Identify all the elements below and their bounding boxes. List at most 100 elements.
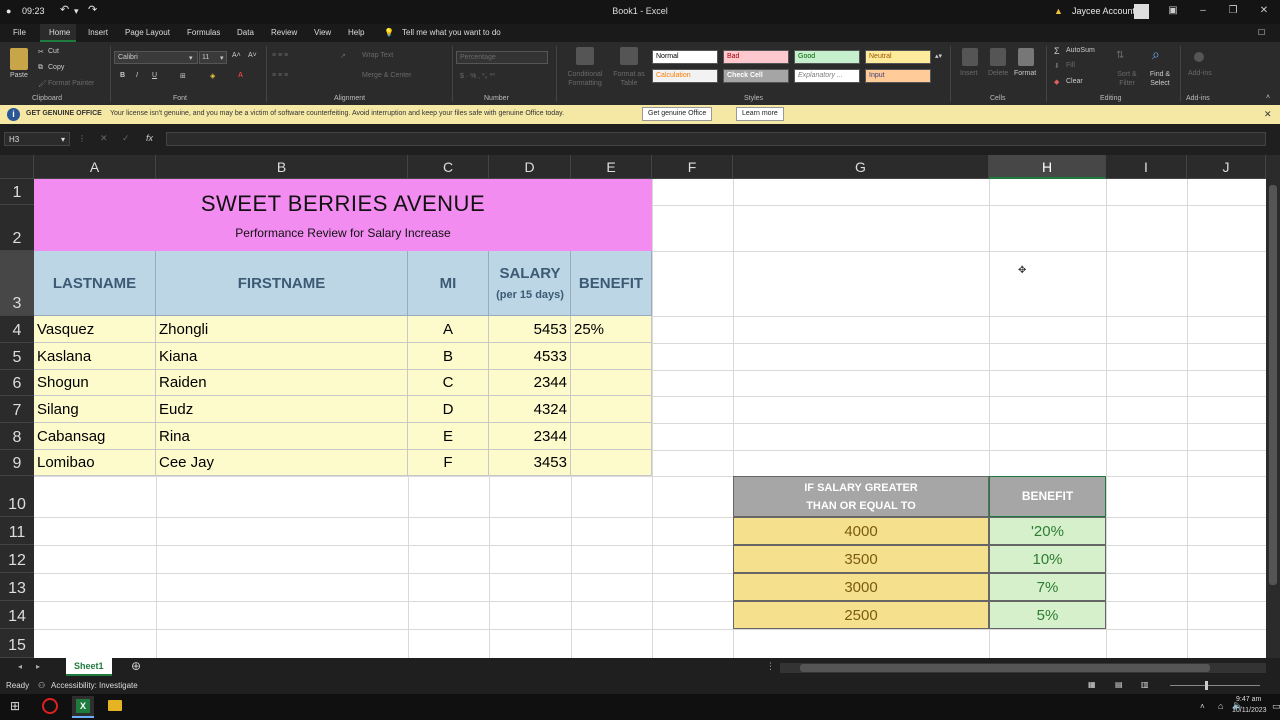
cell-g11[interactable]: 4000 [733, 517, 989, 545]
cell-e6[interactable] [571, 370, 652, 396]
conditional-formatting-icon[interactable] [576, 47, 594, 65]
font-color-icon[interactable]: A [238, 72, 243, 79]
cell-g13[interactable]: 3000 [733, 573, 989, 601]
styles-scroll-icon[interactable]: ▴▾ [935, 52, 942, 60]
row-header-12[interactable]: 12 [0, 545, 34, 573]
cell-c9[interactable]: F [408, 450, 489, 476]
cell-a4[interactable]: Vasquez [34, 316, 156, 343]
conditional-formatting-button[interactable]: Conditional Formatting [562, 70, 608, 88]
cell-b9[interactable]: Cee Jay [156, 450, 408, 476]
merge-center-button[interactable]: Merge & Center [362, 72, 411, 79]
row-header-8[interactable]: 8 [0, 423, 34, 450]
italic-button[interactable]: I [136, 72, 138, 79]
column-header-h[interactable]: H [989, 155, 1106, 179]
network-icon[interactable]: ⌂ [1218, 701, 1223, 711]
cell-c4[interactable]: A [408, 316, 489, 343]
cell-d6[interactable]: 2344 [489, 370, 571, 396]
cut-button[interactable]: Cut [48, 48, 59, 55]
cell-a7[interactable]: Silang [34, 396, 156, 423]
tab-page-layout[interactable]: Page Layout [125, 28, 170, 37]
find-select-button[interactable]: Find & Select [1144, 70, 1176, 88]
get-genuine-office-button[interactable]: Get genuine Office [642, 107, 713, 121]
column-header-i[interactable]: I [1106, 155, 1187, 179]
file-explorer-icon[interactable] [108, 700, 122, 711]
enter-icon[interactable]: ✓ [122, 133, 130, 144]
cell-a9[interactable]: Lomibao [34, 450, 156, 476]
worksheet-grid[interactable]: SWEET BERRIES AVENUE Performance Review … [34, 179, 1266, 658]
row-header-9[interactable]: 9 [0, 450, 34, 476]
column-header-b[interactable]: B [156, 155, 408, 179]
add-ins-icon[interactable] [1194, 52, 1204, 62]
taskbar-time[interactable]: 9:47 am [1236, 696, 1261, 703]
cell-e4[interactable]: 25% [571, 316, 652, 343]
lookup-header-benefit[interactable]: BENEFIT [989, 476, 1106, 517]
tell-me-search[interactable]: Tell me what you want to do [402, 28, 501, 37]
sort-filter-icon[interactable]: ⇅ [1116, 50, 1124, 61]
accessibility-status[interactable]: Accessibility: Investigate [51, 681, 138, 690]
scissors-icon[interactable]: ✂ [38, 48, 44, 56]
account-name[interactable]: Jaycee Account [1072, 6, 1135, 16]
more-options-icon[interactable]: ⋮ [78, 134, 86, 143]
cell-a8[interactable]: Cabansag [34, 423, 156, 450]
row-header-6[interactable]: 6 [0, 370, 34, 396]
row-header-7[interactable]: 7 [0, 396, 34, 423]
cell-b7[interactable]: Eudz [156, 396, 408, 423]
cell-c6[interactable]: C [408, 370, 489, 396]
style-bad[interactable]: Bad [723, 50, 789, 64]
scroll-right-icon[interactable]: ▸ [36, 662, 40, 671]
formula-input[interactable] [166, 132, 1266, 146]
cell-c8[interactable]: E [408, 423, 489, 450]
fill-button[interactable]: Fill [1066, 62, 1075, 69]
collapse-ribbon-icon[interactable]: ˄ [1266, 94, 1270, 101]
eraser-icon[interactable]: ◆ [1054, 78, 1059, 86]
tab-home[interactable]: Home [49, 28, 70, 37]
close-icon[interactable]: ✕ [1264, 109, 1272, 120]
cell-h13[interactable]: 7% [989, 573, 1106, 601]
font-name-select[interactable]: Calibri ▾ [114, 51, 198, 64]
zoom-slider[interactable] [1170, 685, 1260, 686]
delete-cells-icon[interactable] [990, 48, 1006, 66]
column-header-g[interactable]: G [733, 155, 989, 179]
taskbar-date[interactable]: 10/11/2023 [1232, 707, 1267, 714]
decrease-font-icon[interactable]: A˅ [248, 52, 257, 59]
style-normal[interactable]: Normal [652, 50, 718, 64]
cell-b6[interactable]: Raiden [156, 370, 408, 396]
underline-button[interactable]: U [152, 72, 157, 79]
cell-c7[interactable]: D [408, 396, 489, 423]
cell-d4[interactable]: 5453 [489, 316, 571, 343]
minimize-icon[interactable]: – [1196, 4, 1210, 18]
row-header-5[interactable]: 5 [0, 343, 34, 370]
maximize-icon[interactable]: ❐ [1226, 4, 1240, 18]
row-header-13[interactable]: 13 [0, 573, 34, 601]
horizontal-scroll-thumb[interactable] [800, 664, 1210, 672]
tab-view[interactable]: View [314, 28, 331, 37]
header-lastname[interactable]: LASTNAME [34, 251, 156, 316]
tab-data[interactable]: Data [237, 28, 254, 37]
more-options-icon[interactable]: ⋮ [766, 661, 775, 672]
cell-h14[interactable]: 5% [989, 601, 1106, 629]
number-format-select[interactable]: Percentage [456, 51, 548, 64]
sort-filter-button[interactable]: Sort & Filter [1112, 70, 1142, 88]
sheet-tab-sheet1[interactable]: Sheet1 [66, 658, 112, 676]
header-mi[interactable]: MI [408, 251, 489, 316]
autosum-icon[interactable]: Σ [1054, 46, 1060, 56]
normal-view-icon[interactable]: ▦ [1088, 680, 1096, 689]
column-header-j[interactable]: J [1187, 155, 1266, 179]
cell-d7[interactable]: 4324 [489, 396, 571, 423]
column-header-d[interactable]: D [489, 155, 571, 179]
horizontal-scrollbar[interactable] [780, 663, 1266, 673]
fill-color-icon[interactable]: ◈ [210, 72, 215, 80]
increase-font-icon[interactable]: A˄ [232, 52, 241, 59]
style-calculation[interactable]: Calculation [652, 69, 718, 83]
header-firstname[interactable]: FIRSTNAME [156, 251, 408, 316]
format-cells-icon[interactable] [1018, 48, 1034, 66]
magnifier-icon[interactable]: ⌕ [1152, 46, 1160, 63]
currency-icon[interactable]: $ · % ‚ ⁰₀ ⁰⁰ [460, 72, 495, 80]
page-break-view-icon[interactable]: ▥ [1141, 680, 1149, 689]
style-input[interactable]: Input [865, 69, 931, 83]
column-header-e[interactable]: E [571, 155, 652, 179]
tab-formulas[interactable]: Formulas [187, 28, 220, 37]
insert-function-button[interactable]: fx [146, 133, 153, 143]
row-header-11[interactable]: 11 [0, 517, 34, 545]
tab-review[interactable]: Review [271, 28, 297, 37]
